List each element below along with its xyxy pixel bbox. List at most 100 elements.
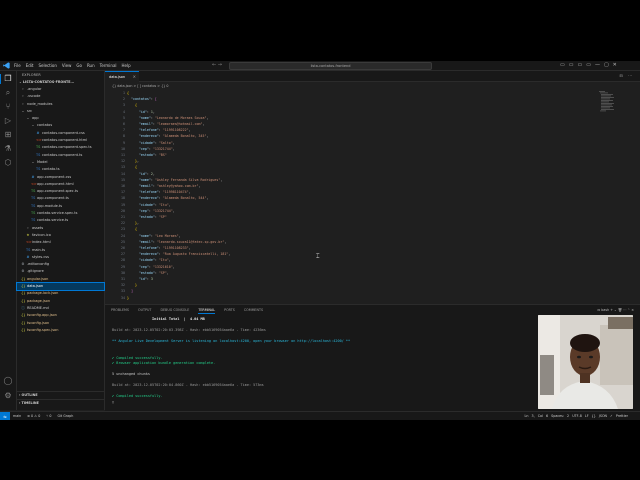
tab-debug-console[interactable]: DEBUG CONSOLE [160, 306, 189, 314]
tree-item-label: contatos.component.css [42, 130, 85, 135]
command-center-search[interactable]: lista-contatos-frontend [229, 62, 432, 70]
tree-file[interactable]: TS contato.ts [17, 166, 104, 173]
tree-file[interactable]: <>app.component.html [17, 181, 104, 188]
tree-file[interactable]: # styles.css [17, 254, 104, 261]
code-line[interactable]: 34} [105, 295, 585, 301]
tree-file[interactable]: TS app.component.ts [17, 195, 104, 202]
tree-file[interactable]: <>contatos.component.html [17, 137, 104, 144]
tree-file[interactable]: {} tsconfig.app.json [17, 312, 104, 319]
menu-item-view[interactable]: View [62, 61, 72, 70]
editor-actions[interactable]: ⊟ ⋯ [619, 71, 634, 81]
branch-indicator[interactable]: main [13, 414, 21, 418]
json-icon: {} [21, 284, 26, 289]
tree-file[interactable]: {} tsconfig.json [17, 320, 104, 327]
tree-item-label: src [27, 108, 33, 113]
close-icon[interactable]: × [133, 72, 136, 82]
menu-item-run[interactable]: Run [87, 61, 95, 70]
layout-icon[interactable]: ▭ [560, 61, 565, 70]
tree-file[interactable]: TS main.ts [17, 247, 104, 254]
status-right[interactable]: Ln 3, Col 6 Spaces: 2 UTF-8 LF {} JSON ✓… [525, 412, 628, 420]
settings-icon[interactable]: ⚙ [3, 391, 13, 401]
minimap[interactable] [598, 90, 616, 114]
code-editor[interactable]: 1{2 "contatos": [3 {4 "id": 1, 5 "nome": … [105, 90, 640, 303]
breadcrumb[interactable]: {} data.json > [ ] contatos > {} 0 [112, 83, 168, 90]
tree-item-label: Model [37, 159, 48, 164]
tree-item-label: app.component.ts [37, 196, 69, 201]
menu-item-go[interactable]: Go [76, 61, 82, 70]
run-debug-icon[interactable]: ▷ [3, 116, 13, 126]
tree-folder[interactable]: › .angular [17, 86, 104, 93]
layout-icon[interactable]: ▭ [586, 61, 591, 70]
tree-folder[interactable]: ⌄ contatos [17, 122, 104, 129]
source-control-icon[interactable]: ⑂ [3, 102, 13, 112]
maximize-button[interactable]: ▢ [604, 61, 609, 70]
layout-icon[interactable]: ▭ [577, 61, 582, 70]
remote-indicator-icon[interactable]: ⇋ [0, 412, 10, 420]
json-icon: {} [21, 327, 26, 332]
search-icon[interactable]: ⌕ [3, 88, 13, 98]
menu-item-edit[interactable]: Edit [26, 61, 34, 70]
menu-item-help[interactable]: Help [122, 61, 131, 70]
tree-folder[interactable]: ⌄ Model [17, 159, 104, 166]
tab-comments[interactable]: COMMENTS [244, 306, 263, 314]
extensions-icon[interactable]: ⊞ [3, 130, 13, 140]
tab-problems[interactable]: PROBLEMS [111, 306, 129, 314]
tree-file[interactable]: TS app.module.ts [17, 203, 104, 210]
tree-file[interactable]: {} package-lock.json [17, 290, 104, 297]
tree-file[interactable]: ⚙ .editorconfig [17, 261, 104, 268]
tree-file[interactable]: TS contatos.component.spec.ts [17, 144, 104, 151]
testing-icon[interactable]: ⚗ [3, 144, 13, 154]
json-icon: {} [21, 320, 26, 325]
minimize-button[interactable]: — [595, 61, 600, 70]
status-left: main ⊗ 0 ⚠ 0 ⑂ 0 Git Graph [13, 412, 79, 420]
outline-section[interactable]: › OUTLINE [17, 391, 106, 399]
tree-item-label: README.md [27, 305, 49, 310]
remote-icon[interactable]: ⬡ [3, 158, 13, 168]
tree-file[interactable]: TS contato.service.ts [17, 217, 104, 224]
menu-item-terminal[interactable]: Terminal [100, 61, 117, 70]
tree-file[interactable]: # app.component.css [17, 174, 104, 181]
tree-file[interactable]: ★ favicon.ico [17, 232, 104, 239]
tree-folder[interactable]: ⌄ src [17, 108, 104, 115]
tree-file[interactable]: {} angular.json [17, 276, 104, 283]
tree-file[interactable]: TS contato.service.spec.ts [17, 210, 104, 217]
tree-file[interactable]: ⓘ README.md [17, 305, 104, 312]
tree-file[interactable]: <>index.html [17, 239, 104, 246]
tree-file[interactable]: TS app.component.spec.ts [17, 188, 104, 195]
tree-file[interactable]: {} data.json [16, 281, 105, 292]
tree-file[interactable]: # contatos.component.css [17, 130, 104, 137]
menu-item-selection[interactable]: Selection [38, 61, 56, 70]
timeline-section[interactable]: › TIMELINE [17, 399, 106, 407]
tree-folder[interactable]: › .vscode [17, 93, 104, 100]
css-icon: # [26, 254, 30, 259]
project-root[interactable]: ⌄ LISTA-CONTATOS-FRONTE... [17, 79, 104, 86]
md-icon: ⓘ [21, 305, 25, 310]
ico-icon: ★ [26, 232, 30, 237]
json-icon: {} [21, 313, 26, 318]
tree-folder[interactable]: › node_modules [17, 101, 104, 108]
tree-file[interactable]: {} package.json [17, 298, 104, 305]
terminal-switcher[interactable]: ⊡ bash + ⌄ 🗑 ⋯ ⌃ × [597, 306, 634, 314]
explorer-sidebar: EXPLORER ⌄ LISTA-CONTATOS-FRONTE... › .an… [16, 71, 106, 410]
files-icon[interactable]: ❐ [0, 74, 13, 84]
tab-ports[interactable]: PORTS [224, 306, 235, 314]
git-graph-button[interactable]: Git Graph [57, 414, 73, 418]
tree-item-label: data.json [27, 284, 44, 289]
menu-item-file[interactable]: File [14, 61, 21, 70]
layout-icon[interactable]: ▭ [569, 61, 574, 70]
accounts-icon[interactable]: ◯ [3, 376, 13, 386]
tree-file[interactable]: {} tsconfig.spec.json [17, 327, 104, 334]
explorer-header: EXPLORER [22, 73, 41, 77]
problems-indicator[interactable]: ⊗ 0 ⚠ 0 [27, 414, 40, 418]
close-window-button[interactable]: ✕ [613, 61, 617, 70]
tree-file[interactable]: TS contatos.component.ts [17, 152, 104, 159]
tab-output[interactable]: OUTPUT [138, 306, 151, 314]
sync-indicator[interactable]: ⑂ 0 [46, 414, 51, 418]
json-icon: {} [21, 291, 26, 296]
tab-data-json[interactable]: data.json × [105, 71, 139, 82]
tab-terminal[interactable]: TERMINAL [198, 306, 216, 314]
tree-file[interactable]: ⚙ .gitignore [17, 268, 104, 275]
tree-folder[interactable]: › assets [17, 225, 104, 232]
nav-arrows[interactable]: ← → [212, 61, 222, 70]
tree-folder[interactable]: ⌄ app [17, 115, 104, 122]
